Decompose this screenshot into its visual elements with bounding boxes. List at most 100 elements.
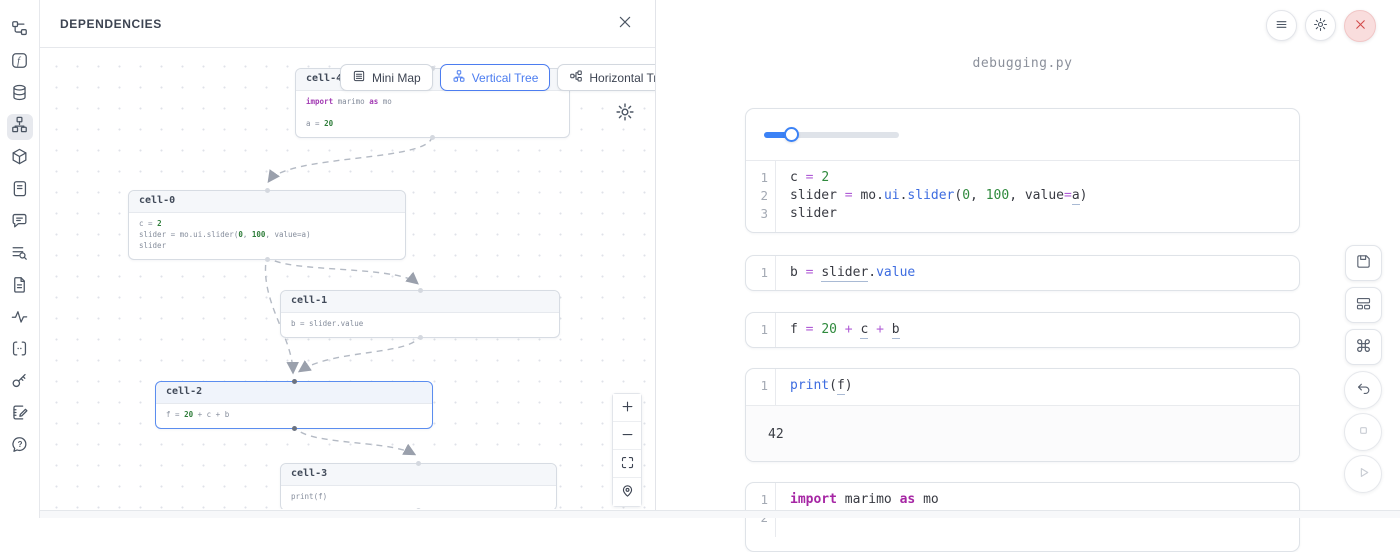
helper-panel-button[interactable] [1345,287,1382,323]
code-content[interactable]: f = 20 + c + b [776,313,1299,348]
node-handle [418,288,423,293]
stop-button[interactable] [1344,413,1382,451]
dock-chat-button[interactable] [7,210,33,236]
fit-view-icon [620,455,635,473]
notebook-filename[interactable]: debugging.py [745,56,1300,71]
vertical-tree-button[interactable]: Vertical Tree [440,64,551,91]
graph-toolbar: Mini Map Vertical Tree Horizontal Tree [340,64,655,91]
dock-snippets-button[interactable] [7,338,33,364]
undo-icon [1355,380,1372,400]
graph-node-cell-1[interactable]: cell-1 b = slider.value [280,290,560,338]
line-numbers: 123 [746,161,776,233]
node-handle [416,508,421,509]
node-handle [418,335,423,340]
dock-search-logs-button[interactable] [7,242,33,268]
code-brackets-icon [10,339,29,363]
zoom-out-button[interactable] [613,422,641,450]
file-tree-icon [10,19,29,43]
layout-panels-icon [1355,295,1372,315]
mini-map-button[interactable]: Mini Map [340,64,433,91]
close-x-icon [1353,17,1368,35]
keyboard-shortcuts-button[interactable]: ⌘ [1345,329,1382,365]
graph-node-cell-2[interactable]: cell-2 f = 20 + c + b [155,381,433,429]
dock-functions-button[interactable]: f [7,50,33,76]
dock-packages-button[interactable] [7,146,33,172]
dependencies-header: DEPENDENCIES [40,0,655,48]
gear-icon [615,102,635,125]
map-pin-icon [620,483,635,501]
graph-node-cell-0[interactable]: cell-0 c = 2slider = mo.ui.slider(0, 100… [128,190,406,260]
command-icon: ⌘ [1355,337,1372,357]
run-button[interactable] [1344,455,1382,493]
dock-dependencies-button[interactable] [7,114,33,140]
dependency-graph-icon [10,115,29,139]
play-icon [1355,464,1372,484]
gear-icon [1313,17,1328,35]
node-code: import marimo as mo a = 20 [296,91,569,137]
slider-thumb[interactable] [784,127,799,142]
svg-text:?: ? [18,440,23,449]
cell-console-output: 42 [746,405,1299,462]
graph-settings-button[interactable] [613,100,637,127]
settings-button[interactable] [1305,10,1336,41]
document-icon [10,275,29,299]
code-content[interactable]: print(f) [776,369,1299,405]
dependency-graph-canvas[interactable]: cell-4 import marimo as mo a = 20 cell-0… [40,48,655,509]
node-label: cell-1 [281,291,559,313]
code-editor[interactable]: 1 f = 20 + c + b [746,313,1299,348]
node-code: f = 20 + c + b [156,404,432,428]
dock-variables-button[interactable] [7,306,33,332]
cell-print: 1 print(f) 42 [745,368,1300,462]
code-editor[interactable]: 123 c = 2slider = mo.ui.slider(0, 100, v… [746,161,1299,233]
save-button[interactable] [1345,245,1382,281]
shutdown-button[interactable] [1344,10,1376,42]
node-handle [265,257,270,262]
code-content[interactable]: b = slider.value [776,256,1299,291]
vertical-tree-icon [452,69,466,86]
close-panel-button[interactable] [615,12,635,35]
function-icon: f [10,51,29,75]
code-editor[interactable]: 1 print(f) [746,369,1299,405]
fit-view-button[interactable] [613,450,641,478]
dependencies-title: DEPENDENCIES [60,17,162,31]
line-numbers: 1 [746,256,776,291]
mini-map-label: Mini Map [372,71,421,85]
node-code: c = 2slider = mo.ui.slider(0, 100, value… [129,213,405,259]
dock-help-button[interactable]: ? [7,434,33,460]
dock-file-explorer-button[interactable] [7,18,33,44]
horizontal-tree-button[interactable]: Horizontal Tree [557,64,655,91]
line-numbers: 1 [746,313,776,348]
key-icon [10,371,29,395]
slider-output-area [746,109,1299,161]
zoom-in-button[interactable] [613,394,641,422]
horizontal-tree-label: Horizontal Tree [589,71,655,85]
minus-icon [620,427,635,445]
notebook-header-buttons [1266,10,1376,42]
slider-input[interactable] [764,132,899,138]
notebook-area: debugging.py 123 c = 2slider = mo.ui.sli… [656,0,1400,518]
scroll-icon [10,179,29,203]
stop-icon [1355,422,1372,442]
undo-button[interactable] [1344,371,1382,409]
list-search-icon [10,243,29,267]
dock-scratchpad-button[interactable] [7,402,33,428]
svg-text:f: f [17,56,22,67]
node-label: cell-2 [156,382,432,404]
dependencies-panel: DEPENDENCIES cell-4 import marimo as mo … [40,0,656,510]
notebook-menu-button[interactable] [1266,10,1297,41]
graph-node-cell-3[interactable]: cell-3 print(f) [280,463,557,509]
save-icon [1355,253,1372,273]
graph-zoom-controls [612,393,642,507]
code-editor[interactable]: 1 b = slider.value [746,256,1299,291]
dock-logs-button[interactable] [7,178,33,204]
dock-documentation-button[interactable] [7,274,33,300]
mini-map-icon [352,69,366,86]
toggle-interactivity-button[interactable] [613,478,641,506]
chat-icon [10,211,29,235]
dock-datasources-button[interactable] [7,82,33,108]
dock-secrets-button[interactable] [7,370,33,396]
package-icon [10,147,29,171]
code-content[interactable]: c = 2slider = mo.ui.slider(0, 100, value… [776,161,1299,233]
node-handle [416,461,421,466]
status-footer [40,510,1400,518]
